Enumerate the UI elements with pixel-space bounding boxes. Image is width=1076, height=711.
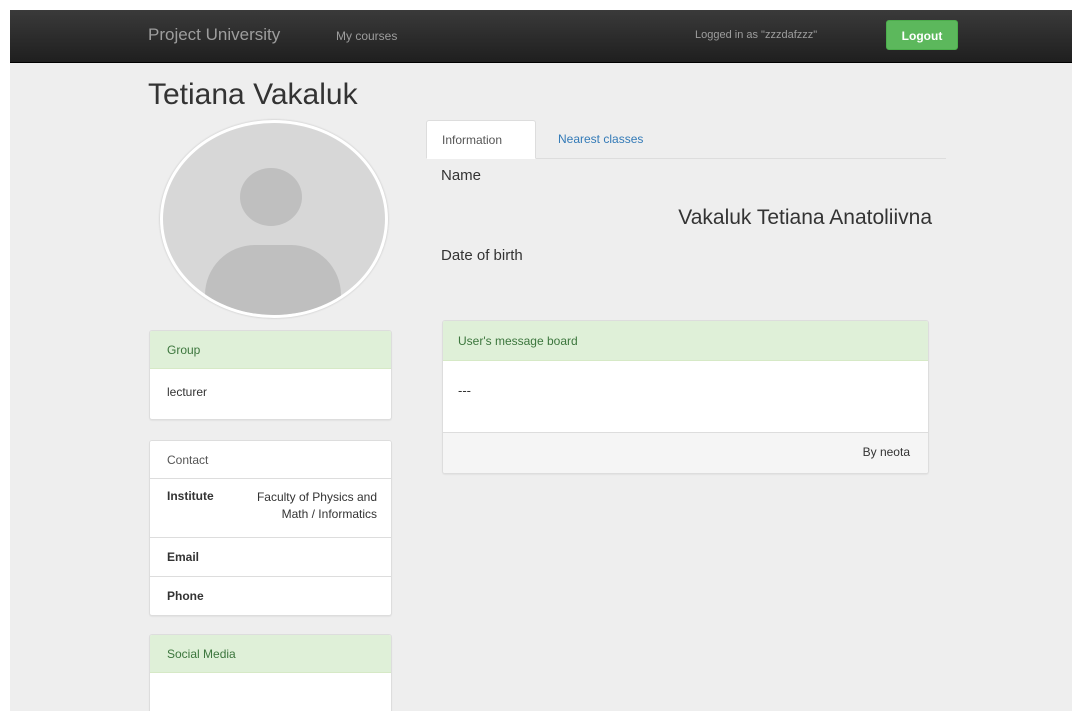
social-media-panel: Social Media <box>149 634 392 711</box>
message-board-footer: By neota <box>443 433 928 473</box>
institute-row: Institute Faculty of Physics and Math / … <box>150 479 391 538</box>
brand-link[interactable]: Project University <box>148 25 280 45</box>
logout-button[interactable]: Logout <box>886 20 958 50</box>
message-board-heading: User's message board <box>443 321 928 361</box>
user-silhouette-icon <box>240 168 302 226</box>
message-board-body: --- <box>443 361 928 433</box>
group-panel-heading: Group <box>150 331 391 369</box>
name-value: Vakaluk Tetiana Anatoliivna <box>678 206 932 229</box>
group-value: lecturer <box>167 385 208 399</box>
group-panel: Group lecturer <box>149 330 392 420</box>
my-courses-link[interactable]: My courses <box>336 29 397 43</box>
message-board-panel: User's message board --- By neota <box>442 320 929 474</box>
social-media-heading: Social Media <box>150 635 391 673</box>
logged-in-status: Logged in as "zzzdafzzz" <box>695 29 818 41</box>
institute-value: Faculty of Physics and Math / Informatic… <box>256 490 377 521</box>
contact-panel: Contact Institute Faculty of Physics and… <box>149 440 392 616</box>
phone-label: Phone <box>167 589 204 603</box>
email-label: Email <box>167 550 200 564</box>
tab-nearest-classes[interactable]: Nearest classes <box>543 120 658 158</box>
user-silhouette-body <box>205 245 341 315</box>
avatar <box>160 120 388 318</box>
institute-label: Institute <box>167 489 214 503</box>
profile-tabs: Information Nearest classes <box>426 120 946 159</box>
contact-panel-heading: Contact <box>150 441 391 479</box>
email-row: Email <box>150 538 391 577</box>
date-of-birth-label: Date of birth <box>441 247 523 264</box>
name-label: Name <box>441 167 482 184</box>
page-title: Tetiana Vakaluk <box>148 78 358 111</box>
page-frame: Project University My courses Logged in … <box>10 10 1072 711</box>
top-navbar: Project University My courses Logged in … <box>10 10 1072 63</box>
tab-information[interactable]: Information <box>426 120 536 159</box>
phone-row: Phone <box>150 577 391 615</box>
